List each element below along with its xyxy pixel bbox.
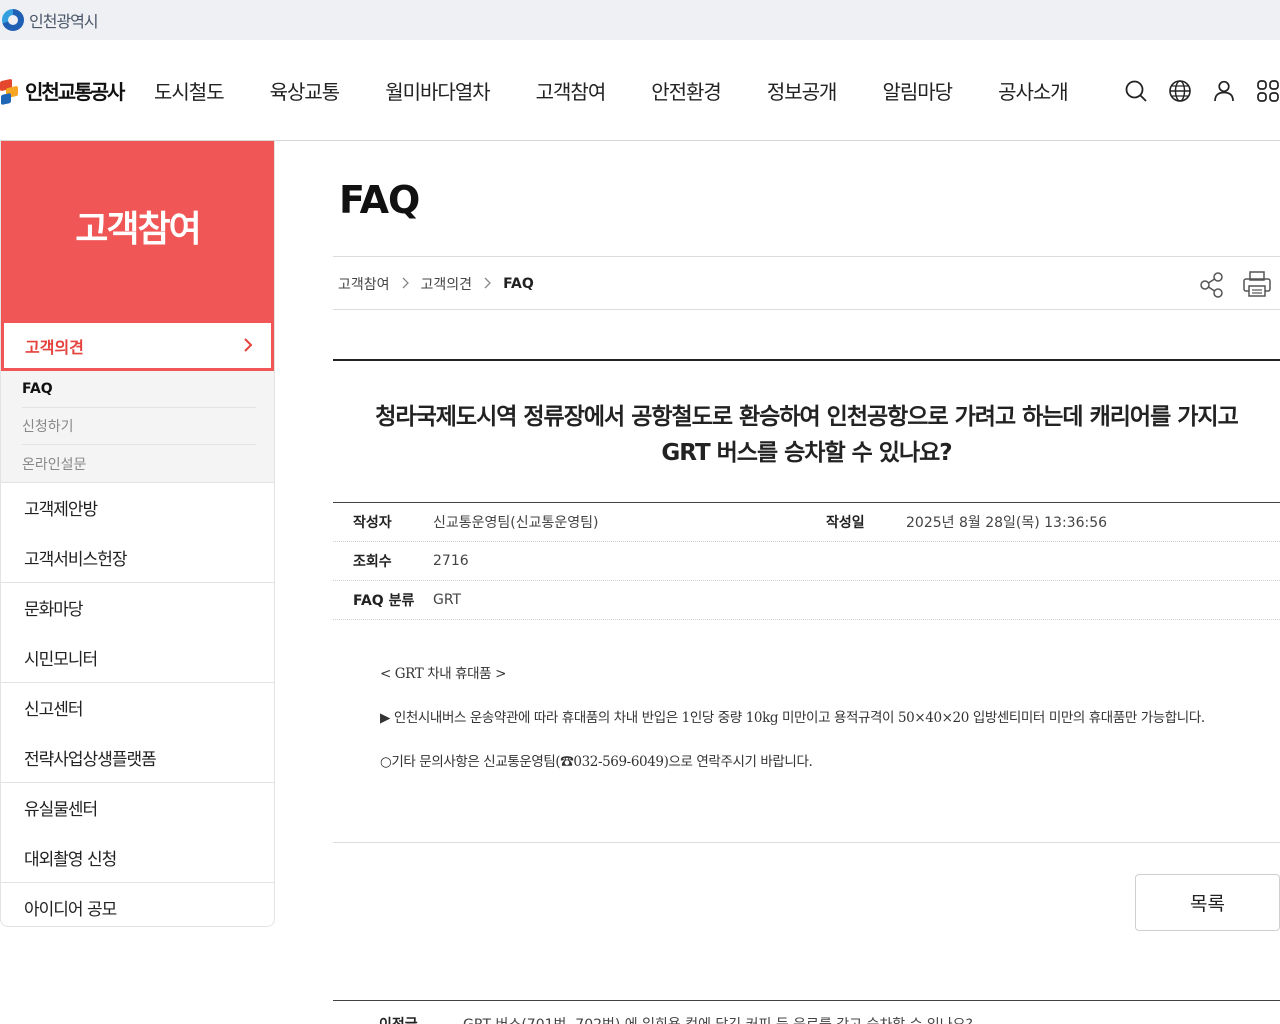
side-nav-sub-faq[interactable]: FAQ — [22, 371, 256, 408]
city-emblem-icon — [2, 9, 24, 31]
breadcrumb: 고객참여 고객의견 FAQ — [338, 274, 534, 294]
nav-item-notice[interactable]: 알림마당 — [882, 76, 953, 105]
side-nav-item-customer-opinion[interactable]: 고객의견 — [1, 323, 274, 371]
side-nav: 고객참여 고객의견 FAQ 신청하기 온라인설문 고객제안방 고객서비스헌장 문… — [0, 141, 275, 927]
print-icon[interactable] — [1242, 270, 1272, 302]
date-value: 2025년 8월 28일(목) 13:36:56 — [906, 515, 1108, 531]
views-label: 조회수 — [353, 554, 392, 570]
faq-body-line: ▶ 인천시내버스 운송약관에 따라 휴대품의 차내 반입은 1인당 중량 10k… — [380, 710, 1205, 726]
meta-row-views: 조회수 2716 — [333, 542, 1280, 581]
brand-mark-icon — [0, 78, 22, 105]
city-logo[interactable]: 인천광역시 — [2, 8, 99, 32]
nav-item-ground-transport[interactable]: 육상교통 — [270, 76, 341, 105]
side-nav-item-idea-contest[interactable]: 아이디어 공모 — [24, 883, 274, 926]
side-nav-group: 문화마당 시민모니터 — [1, 583, 274, 683]
side-nav-item-lost-found[interactable]: 유실물센터 — [24, 783, 274, 833]
side-nav-group: 아이디어 공모 — [1, 883, 274, 926]
prev-post-title[interactable]: GRT 버스(701번, 702번) 에 일회용 컵에 담긴 커피 등 음료를 … — [463, 1014, 973, 1024]
nav-item-safety[interactable]: 안전환경 — [651, 76, 722, 105]
nav-item-wolmi-train[interactable]: 월미바다열차 — [385, 76, 490, 105]
author-value: 신교통운영팀(신교통운영팀) — [433, 515, 599, 531]
category-label: FAQ 분류 — [353, 593, 415, 609]
views-value: 2716 — [433, 553, 469, 569]
side-nav-submenu: FAQ 신청하기 온라인설문 — [1, 371, 274, 483]
user-icon[interactable] — [1211, 78, 1237, 104]
side-nav-sub-apply[interactable]: 신청하기 — [22, 408, 256, 445]
side-nav-item-culture[interactable]: 문화마당 — [24, 583, 274, 633]
prev-post-row[interactable]: 이전글 GRT 버스(701번, 702번) 에 일회용 컵에 담긴 커피 등 … — [333, 1000, 1280, 1024]
side-nav-item-filming[interactable]: 대외촬영 신청 — [24, 833, 274, 883]
faq-body: < GRT 차내 휴대품 > ▶ 인천시내버스 운송약관에 따라 휴대품의 차내… — [333, 620, 1280, 843]
list-button[interactable]: 목록 — [1135, 874, 1280, 931]
share-icon[interactable] — [1198, 271, 1226, 303]
date-label: 작성일 — [826, 515, 865, 531]
breadcrumb-item[interactable]: 고객참여 — [338, 274, 390, 294]
nav-item-about[interactable]: 공사소개 — [998, 76, 1069, 105]
category-value: GRT — [433, 592, 462, 608]
chevron-right-icon — [402, 277, 409, 292]
chevron-right-icon — [243, 337, 253, 357]
city-topbar: 인천광역시 — [0, 0, 1280, 40]
faq-body-line: < GRT 차내 휴대품 > — [380, 666, 507, 682]
side-nav-item-platform[interactable]: 전략사업상생플랫폼 — [24, 733, 274, 783]
meta-row-category: FAQ 분류 GRT — [333, 581, 1280, 620]
side-nav-item-label: 고객의견 — [25, 337, 84, 357]
brand-name: 인천교통공사 — [25, 80, 125, 104]
side-nav-item-report-center[interactable]: 신고센터 — [24, 683, 274, 733]
side-nav-group: 신고센터 전략사업상생플랫폼 — [1, 683, 274, 783]
side-nav-title: 고객참여 — [75, 209, 201, 250]
nav-item-disclosure[interactable]: 정보공개 — [767, 76, 838, 105]
breadcrumb-bar: 고객참여 고객의견 FAQ — [333, 256, 1280, 310]
site-header: 인천교통공사 도시철도 육상교통 월미바다열차 고객참여 안전환경 정보공개 알… — [0, 40, 1280, 141]
brand-logo[interactable]: 인천교통공사 — [0, 76, 125, 105]
side-nav-header: 고객참여 — [1, 141, 274, 323]
page-title: FAQ — [339, 178, 420, 222]
side-nav-item-service-charter[interactable]: 고객서비스헌장 — [24, 533, 274, 583]
faq-subject: 청라국제도시역 정류장에서 공항철도로 환승하여 인천공항으로 가려고 하는데 … — [333, 361, 1280, 503]
side-nav-item-citizen-monitor[interactable]: 시민모니터 — [24, 633, 274, 683]
faq-article: 청라국제도시역 정류장에서 공항철도로 환승하여 인천공항으로 가려고 하는데 … — [333, 359, 1280, 843]
main-nav: 도시철도 육상교통 월미바다열차 고객참여 안전환경 정보공개 알림마당 공사소… — [154, 76, 1069, 105]
breadcrumb-item[interactable]: 고객의견 — [421, 274, 473, 294]
meta-row-author: 작성자 신교통운영팀(신교통운영팀) 작성일 2025년 8월 28일(목) 1… — [333, 503, 1280, 542]
search-icon[interactable] — [1123, 78, 1149, 104]
side-nav-group: 유실물센터 대외촬영 신청 — [1, 783, 274, 883]
nav-item-customer[interactable]: 고객참여 — [536, 76, 607, 105]
faq-subject-line: 청라국제도시역 정류장에서 공항철도로 환승하여 인천공항으로 가려고 하는데 … — [375, 403, 1238, 430]
globe-icon[interactable] — [1167, 78, 1193, 104]
author-label: 작성자 — [353, 515, 392, 531]
chevron-right-icon — [484, 277, 491, 292]
side-nav-item-suggestion[interactable]: 고객제안방 — [24, 483, 274, 533]
city-name: 인천광역시 — [29, 12, 99, 31]
nav-item-metro[interactable]: 도시철도 — [154, 76, 225, 105]
faq-subject-line: GRT 버스를 승차할 수 있나요? — [661, 439, 952, 466]
breadcrumb-current: FAQ — [503, 276, 534, 292]
side-nav-group: 고객제안방 고객서비스헌장 — [1, 483, 274, 583]
side-nav-sub-survey[interactable]: 온라인설문 — [22, 445, 256, 482]
grid-menu-icon[interactable] — [1255, 78, 1280, 104]
prev-post-label: 이전글 — [379, 1014, 418, 1024]
faq-body-line: ○기타 문의사항은 신교통운영팀(☎032-569-6049)으로 연락주시기 … — [380, 754, 813, 770]
